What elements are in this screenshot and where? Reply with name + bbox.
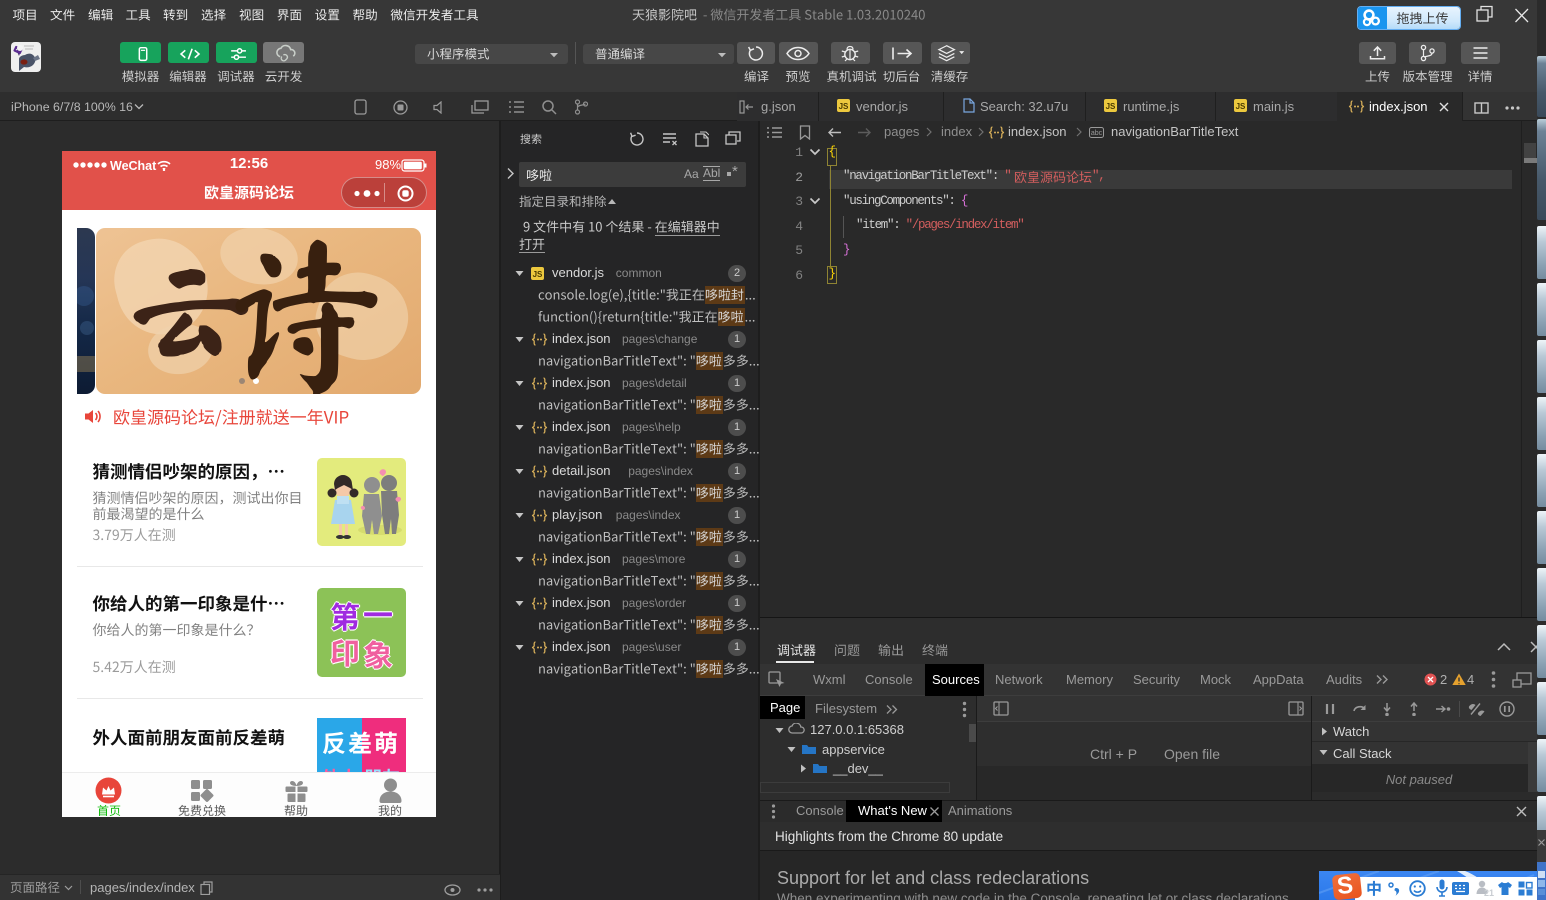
svg-text:JS: JS (839, 102, 849, 111)
svg-text:JS: JS (533, 270, 543, 279)
svg-text:21: 21 (1484, 888, 1494, 897)
svg-text:JS: JS (1236, 102, 1246, 111)
svg-text:JS: JS (1106, 102, 1116, 111)
svg-text:abc: abc (1091, 130, 1103, 137)
